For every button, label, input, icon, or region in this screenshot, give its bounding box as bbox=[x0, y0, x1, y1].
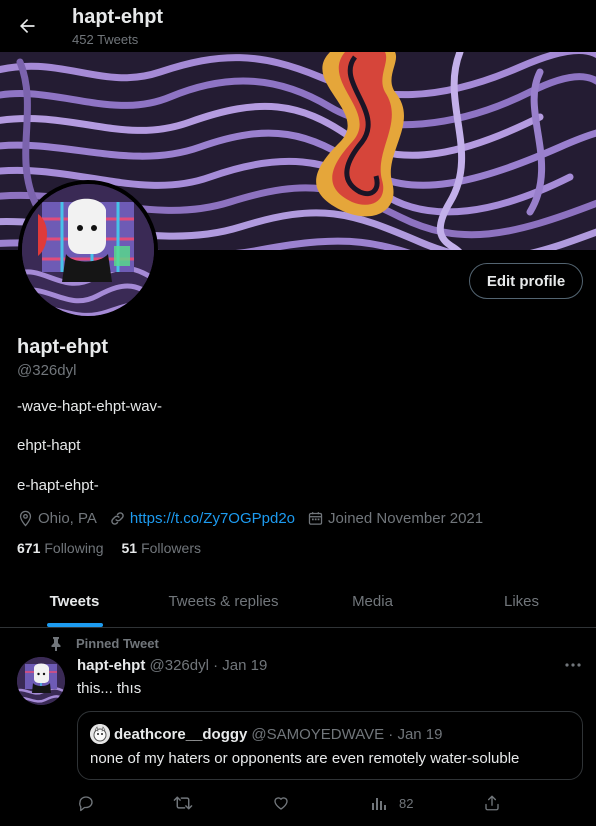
header-title: hapt-ehpt bbox=[72, 6, 164, 28]
profile-tabs: Tweets Tweets & replies Media Likes bbox=[0, 575, 596, 628]
more-button[interactable] bbox=[560, 655, 586, 675]
reply-button[interactable] bbox=[77, 792, 107, 814]
quoted-author-meta: @SAMOYEDWAVE · Jan 19 bbox=[251, 725, 443, 743]
reply-icon bbox=[79, 796, 93, 812]
calendar-icon bbox=[308, 511, 323, 525]
tweet-text: this... thıs bbox=[77, 680, 142, 697]
tab-likes[interactable]: Likes bbox=[447, 575, 596, 627]
tweet-author-name[interactable]: hapt-ehpt bbox=[77, 657, 145, 674]
arrow-left-icon bbox=[20, 19, 35, 33]
pin-icon bbox=[51, 636, 61, 651]
views-count: 82 bbox=[399, 795, 414, 811]
profile-link[interactable]: https://t.co/Zy7OGPpd2o bbox=[109, 510, 295, 527]
bio-line: ehpt-hapt bbox=[17, 437, 81, 454]
quoted-tweet-text: none of my haters or opponents are even … bbox=[90, 750, 520, 767]
bio-line: -wave-hapt-ehpt-wav- bbox=[17, 398, 163, 415]
profile-meta: Ohio, PA https://t.co/Zy7OGPpd2o Joined … bbox=[17, 508, 495, 528]
profile-joined: Joined November 2021 bbox=[307, 510, 483, 527]
tweet-count: 452 Tweets bbox=[72, 32, 139, 47]
tweet-author-avatar[interactable] bbox=[17, 657, 65, 705]
heart-icon bbox=[274, 797, 288, 810]
profile-handle: @326dyl bbox=[17, 362, 77, 379]
retweet-icon bbox=[173, 796, 193, 810]
quoted-author-name: deathcore__doggy bbox=[114, 725, 248, 743]
tab-tweets[interactable]: Tweets bbox=[0, 575, 149, 627]
views-button[interactable]: 82 bbox=[371, 792, 413, 814]
retweet-button[interactable] bbox=[173, 792, 205, 814]
bio-line: e-hapt-ehpt- bbox=[17, 477, 99, 494]
more-dots-icon bbox=[565, 663, 581, 667]
followers-link[interactable]: 51 Followers bbox=[122, 540, 201, 556]
tweet-author-meta[interactable]: @326dyl · Jan 19 bbox=[150, 657, 268, 674]
pinned-indicator: Pinned Tweet bbox=[50, 636, 159, 651]
edit-profile-button[interactable]: Edit profile bbox=[469, 263, 583, 299]
profile-avatar[interactable] bbox=[18, 180, 158, 320]
profile-location: Ohio, PA bbox=[17, 510, 97, 527]
tweet-header: hapt-ehpt @326dyl · Jan 19 bbox=[77, 657, 267, 674]
quoted-author-avatar bbox=[90, 724, 110, 744]
analytics-icon bbox=[372, 798, 386, 810]
quoted-tweet-header: deathcore__doggy @SAMOYEDWAVE · Jan 19 bbox=[90, 724, 443, 744]
tab-tweets-replies[interactable]: Tweets & replies bbox=[149, 575, 298, 627]
quoted-tweet[interactable]: deathcore__doggy @SAMOYEDWAVE · Jan 19 n… bbox=[77, 711, 583, 780]
location-pin-icon bbox=[19, 510, 32, 527]
tab-media[interactable]: Media bbox=[298, 575, 447, 627]
profile-name: hapt-ehpt bbox=[17, 336, 109, 358]
link-icon bbox=[111, 511, 124, 525]
share-icon bbox=[485, 795, 499, 811]
back-button[interactable] bbox=[12, 8, 42, 44]
follow-stats: 671 Following 51 Followers bbox=[17, 540, 219, 556]
following-link[interactable]: 671 Following bbox=[17, 540, 104, 556]
like-button[interactable] bbox=[272, 792, 302, 814]
top-bar: hapt-ehpt 452 Tweets bbox=[0, 0, 596, 52]
share-button[interactable] bbox=[483, 792, 513, 814]
tweet-actions: 82 bbox=[77, 792, 507, 814]
